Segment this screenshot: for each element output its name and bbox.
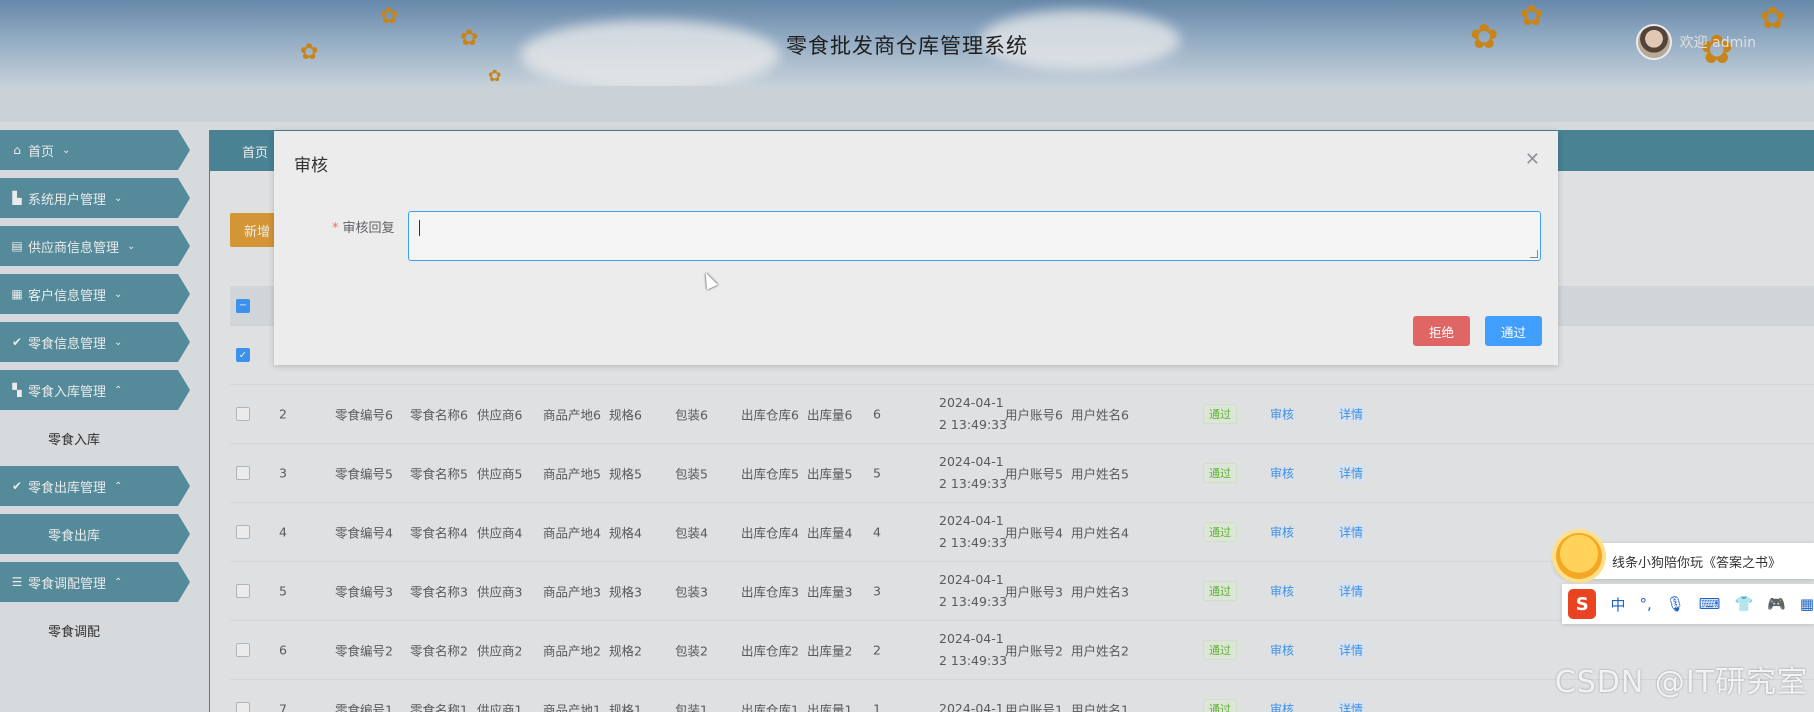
- apps-grid-icon[interactable]: ▦: [1800, 595, 1814, 613]
- reply-label: * 审核回复: [332, 217, 395, 236]
- reject-button[interactable]: 拒绝: [1413, 316, 1470, 346]
- ime-banner-text: 线条小狗陪你玩《答案之书》: [1612, 555, 1782, 571]
- game-icon[interactable]: 🎮: [1767, 595, 1786, 613]
- resize-handle[interactable]: [1530, 250, 1538, 258]
- sun-mascot-icon: [1556, 533, 1602, 579]
- microphone-icon[interactable]: 🎙: [1666, 595, 1685, 613]
- watermark: CSDN @IT研究室: [1554, 665, 1808, 700]
- ime-punct-toggle[interactable]: °,: [1639, 595, 1651, 613]
- keyboard-icon[interactable]: ⌨: [1699, 595, 1721, 613]
- close-icon[interactable]: ✕: [1525, 149, 1540, 170]
- required-mark: *: [332, 221, 339, 236]
- ime-mode-toggle[interactable]: 中: [1610, 594, 1625, 615]
- skin-icon[interactable]: 👕: [1734, 595, 1753, 613]
- sogou-logo-icon[interactable]: S: [1568, 589, 1597, 619]
- dialog-title: 审核: [294, 156, 328, 176]
- audit-reply-textarea[interactable]: [408, 211, 1541, 261]
- audit-dialog: 审核 ✕ * 审核回复 拒绝 通过: [274, 131, 1558, 365]
- pass-button[interactable]: 通过: [1485, 316, 1542, 346]
- text-caret: [419, 220, 420, 236]
- reply-label-text: 审核回复: [342, 221, 395, 236]
- ime-toolbar: S 中 °, 🎙 ⌨ 👕 🎮 ▦: [1562, 584, 1814, 624]
